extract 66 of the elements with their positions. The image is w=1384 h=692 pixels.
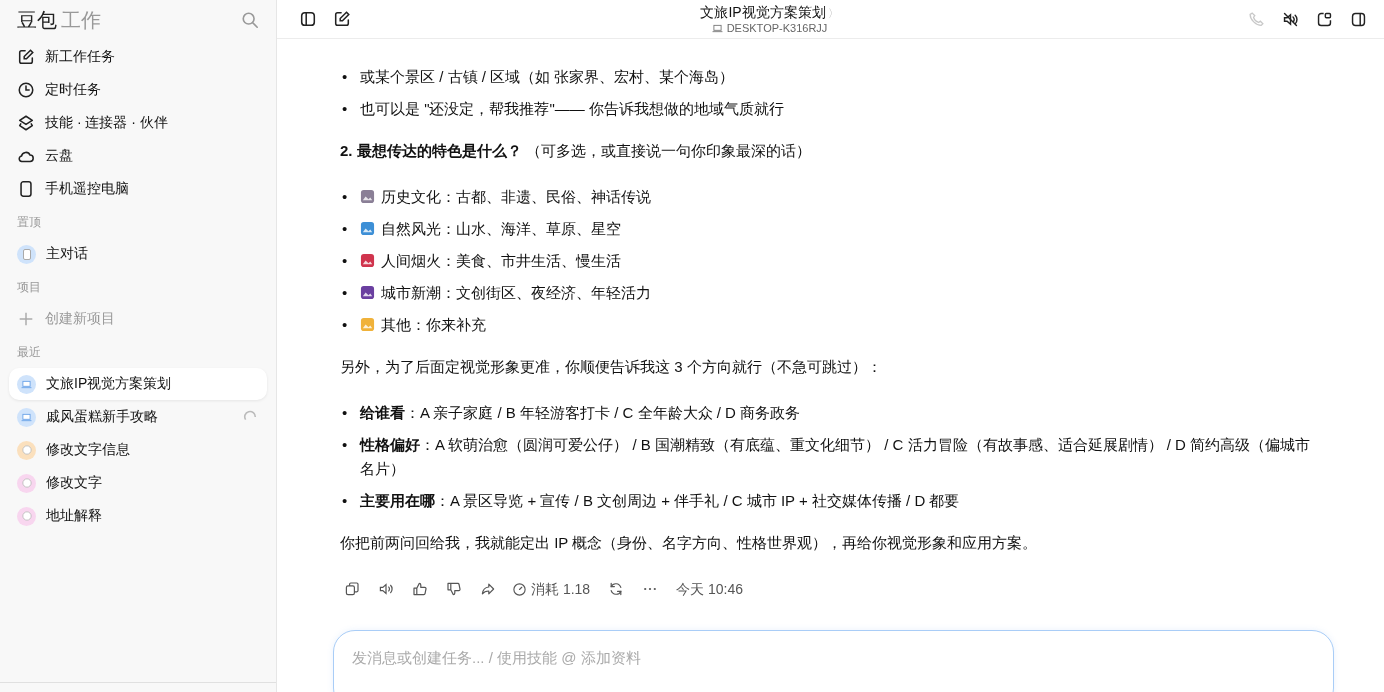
- sidebar-toggle-icon[interactable]: [299, 10, 317, 28]
- plus-icon: [17, 310, 35, 328]
- emoji-icon: [360, 221, 375, 236]
- gauge-icon: [512, 581, 527, 597]
- conversation-item[interactable]: 地址解释: [9, 500, 267, 532]
- paragraph: 另外，为了后面定视觉形象更准，你顺便告诉我这 3 个方向就行（不急可跳过）：: [340, 357, 883, 377]
- share-icon[interactable]: [480, 581, 496, 597]
- edit-icon[interactable]: [333, 10, 351, 28]
- list-item-text: 其他：你来补充: [381, 315, 486, 335]
- cost-text: 消耗 1.18: [531, 580, 591, 599]
- thumbs-up-icon[interactable]: [412, 581, 428, 597]
- device-name: DESKTOP-K316RJJ: [726, 22, 828, 34]
- emoji-icon: [360, 189, 375, 204]
- bullet: •: [341, 251, 349, 271]
- list-item-text: 主要用在哪：A 景区导览 + 宣传 / B 文创周边 + 伴手礼 / C 城市 IP + 社交媒体传播 / D 都要: [360, 491, 960, 511]
- nav-item[interactable]: 定时任务: [9, 74, 267, 106]
- bullet: •: [341, 219, 349, 239]
- search-icon[interactable]: [241, 11, 259, 29]
- bullet: •: [341, 67, 349, 87]
- panel-toggle-icon[interactable]: [1350, 10, 1367, 28]
- conversation-item[interactable]: 戚风蛋糕新手攻略: [9, 401, 267, 433]
- list-item-text: 自然风光：山水、海洋、草原、星空: [381, 219, 621, 239]
- speaker-muted-icon[interactable]: [1282, 10, 1299, 28]
- section-label: 最近: [16, 343, 42, 361]
- speaker-icon[interactable]: [378, 581, 394, 597]
- conversation-item[interactable]: 修改文字: [9, 467, 267, 499]
- edit-icon: [17, 48, 35, 66]
- bullet: •: [341, 283, 349, 303]
- paragraph: 你把前两问回给我，我就能定出 IP 概念（身份、名字方向、性格世界观），再给你视觉形象和应用方案。: [340, 533, 1039, 553]
- nav-item[interactable]: 手机遥控电脑: [9, 173, 267, 205]
- section-label: 置顶: [16, 213, 42, 231]
- copy-icon[interactable]: [344, 581, 360, 597]
- list-item-text: 历史文化：古都、非遗、民俗、神话传说: [381, 187, 651, 207]
- thumbs-down-icon[interactable]: [446, 581, 462, 597]
- conversation-item[interactable]: 主对话: [9, 238, 267, 270]
- nav-item[interactable]: 技能 · 连接器 · 伙伴: [9, 107, 267, 139]
- conversation-item[interactable]: 文旅IP视觉方案策划: [9, 368, 267, 400]
- window-title: 文旅IP视觉方案策划: [700, 4, 826, 22]
- clock-icon: [17, 81, 35, 99]
- timestamp: 今天 10:46: [676, 580, 744, 599]
- emoji-icon: [360, 285, 375, 300]
- nav-item[interactable]: 新工作任务: [9, 41, 267, 73]
- list-item-text: 给谁看：A 亲子家庭 / B 年轻游客打卡 / C 全年龄大众 / D 商务政务: [360, 403, 801, 423]
- paragraph: 2. 最想传达的特色是什么？ （可多选，或直接说一句你印象最深的话）: [340, 141, 812, 161]
- window-icon[interactable]: [1316, 10, 1333, 28]
- bullet: •: [341, 435, 349, 455]
- emoji-icon: [360, 253, 375, 268]
- list-item-text: 性格偏好：A 软萌治愈（圆润可爱公仔） / B 国潮精致（有底蕴、重文化细节） / C 活力冒险（有故事感、适合延展剧情） / D 简约高级（偏城市名片）: [360, 435, 1312, 479]
- nav-item[interactable]: 云盘: [9, 140, 267, 172]
- list-item-text: 城市新潮：文创街区、夜经济、年轻活力: [381, 283, 651, 303]
- list-item-text: 或某个景区 / 古镇 / 区域（如 张家界、宏村、某个海岛）: [360, 67, 735, 87]
- bullet: •: [341, 403, 349, 423]
- emoji-icon: [360, 317, 375, 332]
- app-logo-text: 豆包 工作: [17, 7, 101, 33]
- phone-icon: [17, 180, 35, 198]
- message-input[interactable]: 发消息或创建任务... / 使用技能 @ 添加资料: [333, 630, 1334, 692]
- bullet: •: [341, 99, 349, 119]
- list-item-text: 也可以是 "还没定，帮我推荐"—— 你告诉我想做的地域气质就行: [360, 99, 784, 119]
- laptop-icon: [711, 23, 723, 33]
- conversation-item[interactable]: 修改文字信息: [9, 434, 267, 466]
- section-label: 项目: [16, 278, 42, 296]
- bullet: •: [341, 315, 349, 335]
- layers-icon: [17, 114, 35, 132]
- bullet: •: [341, 187, 349, 207]
- list-item-text: 人间烟火：美食、市井生活、慢生活: [381, 251, 621, 271]
- bullet: •: [341, 491, 349, 511]
